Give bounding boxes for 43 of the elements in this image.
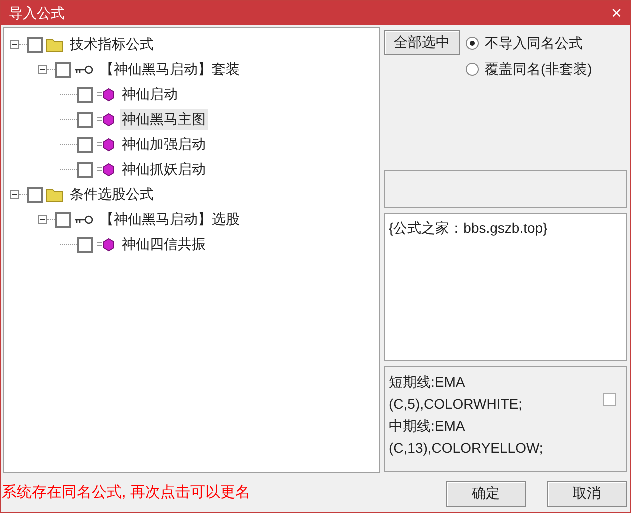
- text-field[interactable]: [384, 170, 627, 208]
- checkbox[interactable]: [603, 393, 616, 406]
- radio-label[interactable]: 不导入同名公式: [485, 32, 583, 54]
- checkbox[interactable]: [77, 86, 93, 102]
- select-all-button[interactable]: 全部选中: [384, 30, 460, 55]
- code-line: 短期线:EMA: [389, 373, 466, 392]
- collapse-icon[interactable]: [38, 215, 47, 224]
- radio-button[interactable]: [466, 62, 479, 76]
- folder-icon: [46, 36, 64, 52]
- key-icon: [74, 64, 94, 76]
- tree-item[interactable]: 神仙启动: [120, 84, 180, 105]
- checkbox[interactable]: [77, 112, 93, 128]
- tree-item[interactable]: 条件选股公式: [68, 184, 156, 205]
- window-title: 导入公式: [9, 4, 65, 22]
- radio-button[interactable]: [466, 36, 479, 50]
- tree-item[interactable]: 神仙四信共振: [120, 234, 208, 255]
- checkbox[interactable]: [77, 162, 93, 178]
- checkbox[interactable]: [27, 186, 43, 202]
- checkbox[interactable]: [77, 236, 93, 252]
- tree-item[interactable]: 神仙抓妖启动: [120, 159, 208, 180]
- code-line: 中期线:EMA: [389, 417, 466, 436]
- code-line: (C,13),COLORYELLOW;: [389, 439, 544, 458]
- collapse-icon[interactable]: [38, 65, 47, 74]
- tree-item[interactable]: 【神仙黑马启动】套装: [98, 59, 242, 80]
- tree-item[interactable]: 神仙加强启动: [120, 134, 208, 155]
- checkbox[interactable]: [27, 36, 43, 52]
- key-icon: [74, 214, 94, 226]
- info-text: {公式之家：bbs.gszb.top}: [389, 220, 548, 236]
- close-button[interactable]: ×: [611, 4, 622, 22]
- dialog-button[interactable]: 确定: [446, 480, 526, 506]
- status-message: 系统存在同名公式, 再次点击可以更名: [1, 483, 250, 504]
- checkbox[interactable]: [55, 212, 71, 228]
- tree-item[interactable]: 神仙黑马主图: [120, 109, 208, 130]
- tree-item[interactable]: 【神仙黑马启动】选股: [98, 209, 242, 230]
- checkbox[interactable]: [77, 136, 93, 152]
- tree-item[interactable]: 技术指标公式: [68, 34, 156, 55]
- collapse-icon[interactable]: [10, 40, 19, 49]
- code-line: (C,5),COLORWHITE;: [389, 395, 524, 414]
- checkbox[interactable]: [55, 62, 71, 78]
- dialog-button[interactable]: 取消: [547, 480, 627, 506]
- radio-label[interactable]: 覆盖同名(非套装): [485, 58, 592, 80]
- folder-icon: [46, 186, 64, 202]
- collapse-icon[interactable]: [10, 190, 19, 199]
